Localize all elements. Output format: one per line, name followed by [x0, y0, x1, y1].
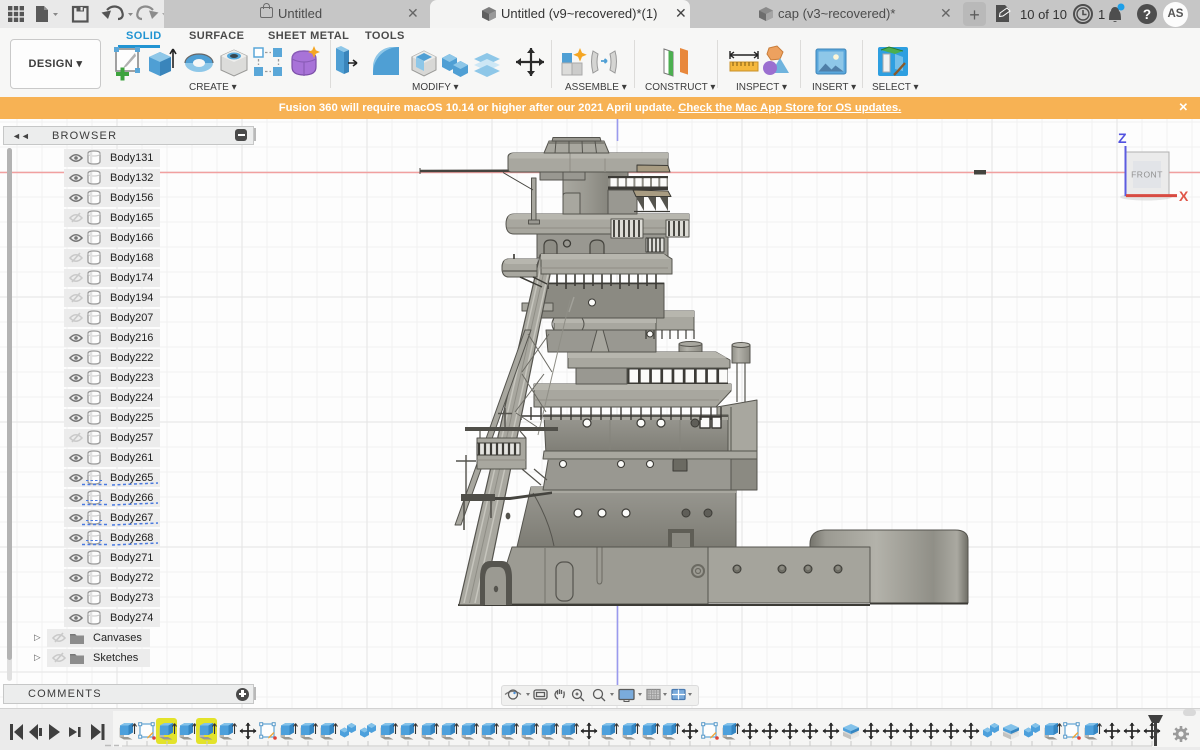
- svg-text:10 of 10: 10 of 10: [1020, 7, 1067, 22]
- svg-text:Z: Z: [1118, 130, 1127, 146]
- svg-text:?: ?: [1143, 7, 1151, 22]
- svg-text:FRONT: FRONT: [1131, 170, 1163, 180]
- svg-text:X: X: [1179, 188, 1189, 204]
- svg-text:1: 1: [1098, 7, 1105, 22]
